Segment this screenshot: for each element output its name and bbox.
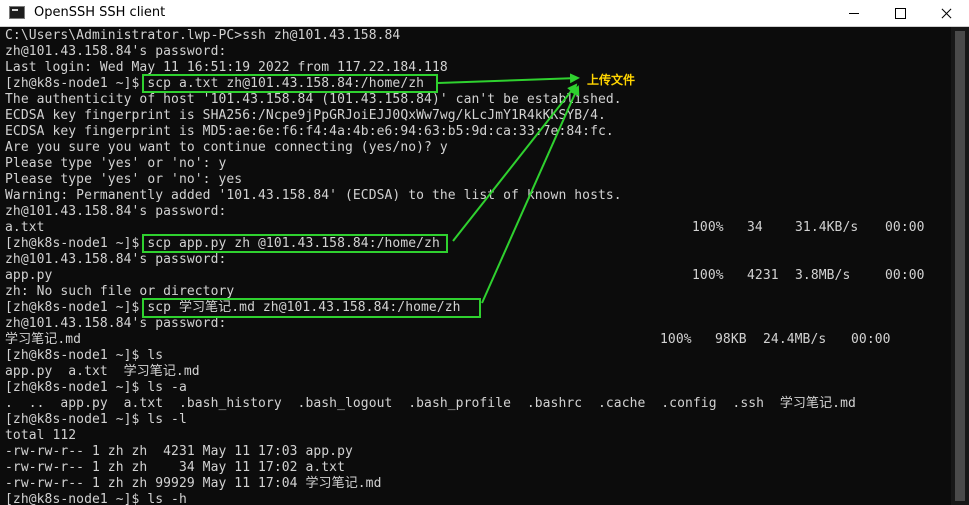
terminal-line: C:\Users\Administrator.lwp-PC>ssh zh@101… — [5, 28, 400, 44]
terminal-line: [zh@k8s-node1 ~]$ ls -l — [5, 412, 187, 428]
close-button[interactable] — [923, 0, 969, 26]
transfer-eta: 00:00 — [885, 268, 925, 283]
terminal-line: zh@101.43.158.84's password: — [5, 44, 226, 60]
terminal-output[interactable]: C:\Users\Administrator.lwp-PC>ssh zh@101… — [5, 28, 949, 505]
terminal-line: -rw-rw-r-- 1 zh zh 4231 May 11 17:03 app… — [5, 444, 353, 460]
scrollbar-thumb[interactable] — [955, 31, 965, 501]
terminal-line-text: app.py — [5, 268, 53, 283]
window-title: OpenSSH SSH client — [34, 5, 166, 20]
transfer-percent: 100% — [692, 268, 724, 283]
terminal-line: ECDSA key fingerprint is SHA256:/Ncpe9jP… — [5, 108, 606, 124]
transfer-percent: 100% — [692, 220, 724, 235]
terminal-line: Please type 'yes' or 'no': yes — [5, 172, 242, 188]
transfer-rate: 31.4KB/s — [795, 220, 859, 235]
title-bar[interactable]: OpenSSH SSH client — [0, 0, 969, 27]
terminal-line: [zh@k8s-node1 ~]$ ls — [5, 348, 163, 364]
terminal-line: Are you sure you want to continue connec… — [5, 140, 448, 156]
terminal-line-text: Please type 'yes' or 'no': y — [5, 156, 227, 171]
terminal-line: ECDSA key fingerprint is MD5:ae:6e:f6:f4… — [5, 124, 614, 140]
terminal-line-text: Please type 'yes' or 'no': yes — [5, 172, 243, 187]
terminal-line-text: zh@101.43.158.84's password: — [5, 44, 227, 59]
terminal-line-text: . .. app.py a.txt .bash_history .bash_lo… — [5, 396, 856, 411]
terminal-line-text: [zh@k8s-node1 ~]$ ls — [5, 348, 164, 363]
terminal-line: a.txt 100% 34 31.4KB/s 00:00 — [5, 220, 924, 236]
vertical-scrollbar[interactable] — [951, 27, 969, 505]
terminal-line: app.py 100% 4231 3.8MB/s 00:00 — [5, 268, 924, 284]
transfer-eta: 00:00 — [885, 220, 925, 235]
terminal-line-text: The authenticity of host '101.43.158.84 … — [5, 92, 622, 107]
transfer-size: 98KB — [715, 332, 747, 347]
transfer-size: 4231 — [747, 268, 779, 283]
terminal-line-text: Last login: Wed May 11 16:51:19 2022 fro… — [5, 60, 448, 75]
terminal-line: 学习笔记.md 100% 98KB 24.4MB/s 00:00 — [5, 332, 890, 348]
terminal-line-text: zh: No such file or directory — [5, 284, 235, 299]
terminal-line-text: -rw-rw-r-- 1 zh zh 34 May 11 17:02 a.txt — [5, 460, 345, 475]
terminal-line: Warning: Permanently added '101.43.158.8… — [5, 188, 622, 204]
maximize-button[interactable] — [877, 0, 923, 26]
terminal-line-text: ECDSA key fingerprint is SHA256:/Ncpe9jP… — [5, 108, 606, 123]
terminal-line-text: zh@101.43.158.84's password: — [5, 316, 227, 331]
highlight-box-scp-atxt — [142, 74, 438, 93]
terminal-line-text: C:\Users\Administrator.lwp-PC>ssh zh@101… — [5, 28, 401, 43]
transfer-percent: 100% — [660, 332, 692, 347]
terminal-line: app.py a.txt 学习笔记.md — [5, 364, 200, 380]
terminal-line: zh@101.43.158.84's password: — [5, 316, 226, 332]
highlight-box-scp-md — [142, 298, 481, 318]
terminal-line-text: zh@101.43.158.84's password: — [5, 204, 227, 219]
terminal-line-text: app.py a.txt 学习笔记.md — [5, 364, 200, 379]
terminal-line-text: [zh@k8s-node1 ~]$ ls -l — [5, 412, 187, 427]
transfer-rate: 24.4MB/s — [763, 332, 827, 347]
highlight-box-scp-apppy — [142, 234, 448, 253]
terminal-line-text: zh@101.43.158.84's password: — [5, 252, 227, 267]
terminal-line: -rw-rw-r-- 1 zh zh 34 May 11 17:02 a.txt — [5, 460, 345, 476]
terminal-line-text: Are you sure you want to continue connec… — [5, 140, 448, 155]
terminal-line: The authenticity of host '101.43.158.84 … — [5, 92, 622, 108]
terminal-icon — [9, 6, 25, 19]
terminal-line: Please type 'yes' or 'no': y — [5, 156, 226, 172]
terminal-line: zh@101.43.158.84's password: — [5, 204, 226, 220]
terminal-line: [zh@k8s-node1 ~]$ ls -a — [5, 380, 187, 396]
terminal-line: [zh@k8s-node1 ~]$ ls -h — [5, 492, 187, 505]
terminal-line-text: 学习笔记.md — [5, 332, 82, 347]
terminal-line-text: [zh@k8s-node1 ~]$ ls -h — [5, 492, 187, 505]
transfer-rate: 3.8MB/s — [795, 268, 851, 283]
terminal-line: -rw-rw-r-- 1 zh zh 99929 May 11 17:04 学习… — [5, 476, 382, 492]
terminal-line-text: a.txt — [5, 220, 45, 235]
transfer-eta: 00:00 — [851, 332, 891, 347]
terminal-line-text: ECDSA key fingerprint is MD5:ae:6e:f6:f4… — [5, 124, 614, 139]
terminal-window: OpenSSH SSH client C:\Users\Administrato… — [0, 0, 969, 505]
transfer-size: 34 — [747, 220, 763, 235]
terminal-line-text: [zh@k8s-node1 ~]$ ls -a — [5, 380, 187, 395]
terminal-line-text: -rw-rw-r-- 1 zh zh 99929 May 11 17:04 学习… — [5, 476, 382, 491]
terminal-line: . .. app.py a.txt .bash_history .bash_lo… — [5, 396, 856, 412]
terminal-line-text: total 112 — [5, 428, 77, 443]
terminal-line: zh@101.43.158.84's password: — [5, 252, 226, 268]
annotation-label: 上传文件 — [587, 73, 636, 87]
terminal-line: total 112 — [5, 428, 76, 444]
minimize-button[interactable] — [831, 0, 877, 26]
terminal-line-text: Warning: Permanently added '101.43.158.8… — [5, 188, 622, 203]
terminal-line-text: -rw-rw-r-- 1 zh zh 4231 May 11 17:03 app… — [5, 444, 353, 459]
